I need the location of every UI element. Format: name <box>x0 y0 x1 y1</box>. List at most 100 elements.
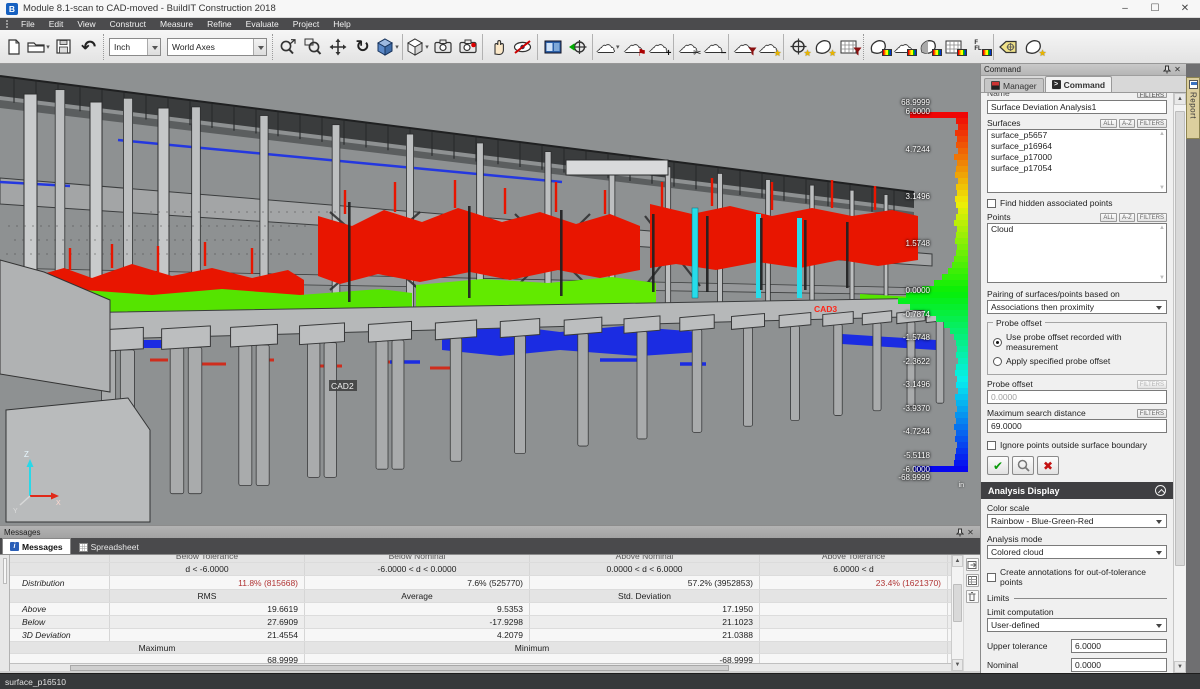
menu-refine[interactable]: Refine <box>200 19 239 29</box>
send-to-report-button[interactable] <box>965 558 979 571</box>
probe-recorded-radio[interactable] <box>993 337 1002 347</box>
menu-edit[interactable]: Edit <box>42 19 71 29</box>
cloud-register-button[interactable]: ☁ ⚑ <box>621 33 647 60</box>
viewport-3d-scene[interactable]: CAD2 CAD3 Z X Y <box>0 64 980 525</box>
undo-button[interactable]: ↶ <box>76 33 101 60</box>
nominal-field[interactable]: 0.0000 <box>1071 658 1167 672</box>
view-cube-dropdown-icon[interactable]: ▾ <box>395 43 399 51</box>
panel-scroll-down-icon[interactable]: ▼ <box>1174 661 1186 673</box>
table-row[interactable]: d < -6.0000 -6.0000 < d < 0.0000 0.0000 < … <box>10 563 951 576</box>
command-pin-icon[interactable] <box>1161 65 1172 75</box>
color-scale-select[interactable]: Rainbow - Blue-Green-Red <box>987 514 1167 528</box>
surface-colormap-button[interactable] <box>866 33 892 60</box>
max-search-field[interactable]: 69.0000 <box>987 419 1167 433</box>
touch-select-button[interactable] <box>485 33 510 60</box>
cloud-tools-button[interactable]: ☁ ▾ <box>595 33 621 60</box>
save-button[interactable] <box>51 33 76 60</box>
zoom-window-button[interactable] <box>300 33 325 60</box>
name-filters-button[interactable]: FILTERS <box>1136 93 1167 99</box>
annotations-checkbox[interactable] <box>987 572 996 582</box>
panel-scroll-up-icon[interactable]: ▲ <box>1174 93 1186 105</box>
surface-item[interactable]: surface_p5657 <box>988 130 1166 141</box>
surface-feature-button[interactable]: ★ <box>811 33 837 60</box>
target-feature-button[interactable]: ★ <box>786 33 812 60</box>
grid-colormap-button[interactable] <box>941 33 967 60</box>
points-filters-button[interactable]: FILTERS <box>1136 212 1167 222</box>
axes-combo[interactable]: World Axes <box>167 37 267 56</box>
snapshot-camera-button[interactable] <box>430 33 455 60</box>
scroll-up-icon[interactable]: ▲ <box>952 555 963 567</box>
scroll-down-icon[interactable]: ▼ <box>952 659 963 671</box>
copy-grid-button[interactable] <box>965 574 979 587</box>
lasso-feature-button[interactable]: ★ <box>1021 33 1047 60</box>
points-item[interactable]: Cloud <box>988 224 1166 235</box>
grid-filter-button[interactable] <box>836 33 862 60</box>
new-document-button[interactable] <box>1 33 26 60</box>
ffl-colormap-button[interactable]: F FL <box>966 33 992 60</box>
unit-combo[interactable]: Inch <box>109 37 161 56</box>
surfaces-listbox[interactable]: surface_p5657 surface_p16964 surface_p1700… <box>987 129 1167 193</box>
cloud-feature-button[interactable]: ☁ ★ <box>756 33 782 60</box>
menu-help[interactable]: Help <box>326 19 357 29</box>
apply-button[interactable]: ✔ <box>987 456 1009 475</box>
surfaces-all-button[interactable]: ALL <box>1100 118 1118 128</box>
messages-close-icon[interactable]: ✕ <box>965 527 976 537</box>
messages-gutter[interactable] <box>0 555 10 671</box>
tab-messages[interactable]: i Messages <box>2 538 71 554</box>
probe-specified-radio[interactable] <box>993 356 1002 366</box>
messages-horizontal-scrollbar[interactable] <box>10 663 951 671</box>
open-button[interactable]: ▾ <box>26 33 51 60</box>
table-row[interactable]: 3D Deviation 21.4554 4.2079 21.0388 <box>10 629 951 642</box>
surface-item[interactable]: surface_p17000 <box>988 152 1166 163</box>
messages-vertical-scrollbar[interactable]: ▲ ▼ <box>951 555 963 671</box>
record-camera-button[interactable] <box>455 33 480 60</box>
report-tab[interactable]: Report <box>1186 77 1200 139</box>
cloud-tools-dropdown-icon[interactable]: ▾ <box>616 43 620 51</box>
section-colormap-button[interactable] <box>916 33 942 60</box>
pan-button[interactable] <box>325 33 350 60</box>
listbox-scroll-icon[interactable]: ▼ <box>1159 275 1165 281</box>
cancel-button[interactable]: ✖ <box>1037 456 1059 475</box>
cloud-add-button[interactable]: ☁ + <box>646 33 672 60</box>
max-search-filters-button[interactable]: FILTERS <box>1136 408 1167 418</box>
minimize-button[interactable]: – <box>1110 0 1140 17</box>
tab-spreadsheet[interactable]: Spreadsheet <box>72 540 146 554</box>
cloud-cut-button[interactable]: ☁ ✂ <box>676 33 702 60</box>
tab-command[interactable]: > Command <box>1044 76 1113 92</box>
display-mode-button[interactable]: ▾ <box>405 33 430 60</box>
preview-button[interactable] <box>1012 456 1034 475</box>
menu-project[interactable]: Project <box>286 19 326 29</box>
viewport-3d[interactable]: CAD2 CAD3 Z X Y 68.9999 6.0000 4.7244 3.… <box>0 64 980 525</box>
open-dropdown-icon[interactable]: ▾ <box>46 43 50 51</box>
points-all-button[interactable]: ALL <box>1100 212 1118 222</box>
recenter-view-button[interactable] <box>565 33 590 60</box>
table-row[interactable]: Maximum Minimum <box>10 642 951 654</box>
axes-combo-arrow-icon[interactable] <box>253 38 266 55</box>
display-mode-dropdown-icon[interactable]: ▾ <box>425 43 429 51</box>
table-row[interactable]: Below 27.6909 -17.9298 21.1023 <box>10 616 951 629</box>
find-hidden-checkbox[interactable] <box>987 198 996 208</box>
messages-pin-icon[interactable] <box>954 527 965 537</box>
ignore-outside-checkbox[interactable] <box>987 440 996 450</box>
command-panel-scrollbar[interactable]: ▲ ▼ <box>1173 93 1186 673</box>
menu-construct[interactable]: Construct <box>103 19 153 29</box>
maximize-button[interactable]: ☐ <box>1140 0 1170 17</box>
upper-tolerance-field[interactable]: 6.0000 <box>1071 639 1167 653</box>
menu-file[interactable]: File <box>14 19 42 29</box>
menu-evaluate[interactable]: Evaluate <box>239 19 286 29</box>
rotate-view-button[interactable]: ↻ <box>350 33 375 60</box>
delete-button[interactable] <box>965 590 979 603</box>
table-row[interactable]: Below Tolerance Below Nominal Above Nomina… <box>10 555 951 563</box>
tag-target-button[interactable] <box>996 33 1021 60</box>
pairing-select[interactable]: Associations then proximity <box>987 300 1167 314</box>
listbox-scroll-icon[interactable]: ▲ <box>1159 225 1165 231</box>
close-button[interactable]: ✕ <box>1170 0 1200 17</box>
cloud-subtract-button[interactable]: ☁ − <box>701 33 727 60</box>
tab-manager[interactable]: Manager <box>984 78 1044 92</box>
surface-item[interactable]: surface_p17054 <box>988 163 1166 174</box>
table-row[interactable]: Above 19.6619 9.5353 17.1950 <box>10 603 951 616</box>
surfaces-filters-button[interactable]: FILTERS <box>1136 118 1167 128</box>
surface-item[interactable]: surface_p16964 <box>988 141 1166 152</box>
unit-combo-arrow-icon[interactable] <box>147 38 160 55</box>
cloud-filter-button[interactable]: ☁ <box>731 33 757 60</box>
